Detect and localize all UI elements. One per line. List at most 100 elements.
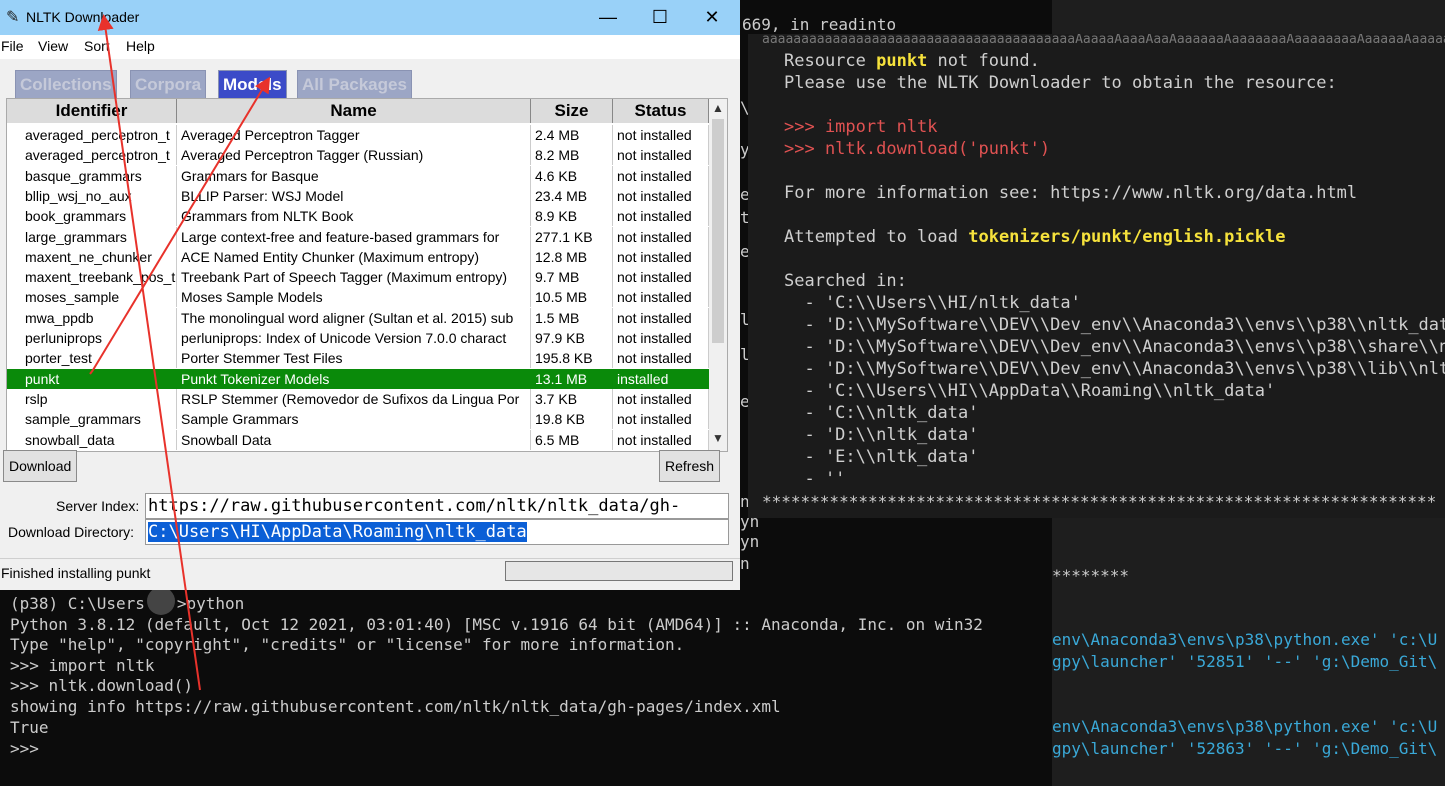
resource-path: tokenizers/punkt/english.pickle [968, 227, 1286, 247]
table-row[interactable]: moses_sample Moses Sample Models 10.5 MB no… [7, 287, 709, 308]
search-path: - 'E:\\nltk_data' [784, 447, 979, 467]
col-name[interactable]: Name [177, 99, 531, 123]
term-line: Type "help", "copyright", "credits" or "… [10, 635, 685, 654]
term-line: >>> import nltk [10, 656, 155, 675]
cell-id: sample_grammars [7, 409, 177, 430]
scrollbar[interactable]: ▲ ▼ [709, 99, 727, 451]
search-path: - 'C:\\Users\\HI/nltk_data' [784, 293, 1081, 313]
tab-all-packages[interactable]: All Packages [297, 70, 412, 100]
feather-icon: ✎ [6, 9, 20, 26]
cell-id: large_grammars [7, 226, 177, 247]
scroll-up-icon[interactable]: ▲ [712, 101, 724, 115]
nltk-downloader-window: ✎ NLTK Downloader — ☐ ✕ File View Sort H… [0, 0, 740, 590]
table-row[interactable]: averaged_perceptron_t Averaged Perceptron… [7, 145, 709, 166]
menu-help[interactable]: Help [126, 38, 155, 54]
download-button[interactable]: Download [3, 450, 78, 482]
cell-size: 195.8 KB [531, 348, 613, 369]
table-header: Identifier Name Size Status [7, 99, 709, 123]
table-row[interactable]: sample_grammars Sample Grammars 19.8 KB not… [7, 409, 709, 430]
cell-id: punkt [7, 368, 177, 389]
more-info-line: For more information see: https://www.nl… [784, 183, 1358, 203]
table-row[interactable]: maxent_treebank_pos_t Treebank Part of Sp… [7, 267, 709, 288]
search-path: - 'D:\\MySoftware\\DEV\\Dev_env\\Anacond… [784, 337, 1445, 357]
right-stars: ******** [1052, 566, 1130, 585]
cell-status: not installed [613, 328, 709, 348]
table-row[interactable]: porter_test Porter Stemmer Test Files 195.… [7, 348, 709, 369]
cell-id: moses_sample [7, 287, 177, 308]
cmd-import-line: >>> import nltk [784, 117, 938, 137]
tab-models[interactable]: Models [218, 70, 287, 100]
cell-id: averaged_perceptron_t [7, 145, 177, 166]
cell-id: maxent_ne_chunker [7, 246, 177, 267]
cell-size: 8.9 KB [531, 206, 613, 227]
text: Attempted to load [784, 227, 969, 247]
cell-name: BLLIP Parser: WSJ Model [177, 185, 531, 206]
table-row[interactable]: perluniprops perluniprops: Index of Unico… [7, 328, 709, 348]
cell-size: 277.1 KB [531, 226, 613, 247]
menu-view[interactable]: View [38, 38, 68, 54]
cell-name: Averaged Perceptron Tagger [177, 125, 531, 145]
cell-name: Moses Sample Models [177, 287, 531, 308]
cell-size: 13.1 MB [531, 368, 613, 389]
cell-status: not installed [613, 307, 709, 328]
search-path: - 'C:\\Users\\HI\\AppData\\Roaming\\nltk… [784, 381, 1276, 401]
right-line: env\Anaconda3\envs\p38\python.exe' 'c:\U [1052, 717, 1438, 736]
tab-collections[interactable]: Collections [15, 70, 117, 100]
table-row[interactable]: large_grammars Large context-free and fea… [7, 226, 709, 247]
term-line[interactable]: >>> [10, 739, 39, 758]
cell-status: not installed [613, 287, 709, 308]
menu-file[interactable]: File [1, 38, 24, 54]
cell-name: Porter Stemmer Test Files [177, 348, 531, 369]
server-index-field[interactable]: https://raw.githubusercontent.com/nltk/n… [145, 493, 729, 519]
cell-status: not installed [613, 185, 709, 206]
status-text: Finished installing punkt [1, 565, 151, 581]
table-row[interactable]: snowball_data Snowball Data 6.5 MB not inst… [7, 429, 709, 450]
cell-id: bllip_wsj_no_aux [7, 185, 177, 206]
close-button[interactable]: ✕ [686, 0, 738, 35]
cell-id: averaged_perceptron_t [7, 125, 177, 145]
table-row[interactable]: bllip_wsj_no_aux BLLIP Parser: WSJ Model 2… [7, 185, 709, 206]
col-size[interactable]: Size [531, 99, 613, 123]
server-index-label: Server Index: [56, 498, 140, 514]
table-row[interactable]: book_grammars Grammars from NLTK Book 8.9 … [7, 206, 709, 227]
cell-name: Sample Grammars [177, 409, 531, 430]
cell-size: 3.7 KB [531, 388, 613, 409]
download-directory-field[interactable]: C:\Users\HI\AppData\Roaming\nltk_data [145, 519, 729, 545]
col-status[interactable]: Status [613, 99, 709, 123]
table-row[interactable]: rslp RSLP Stemmer (Removedor de Sufixos d… [7, 388, 709, 409]
prompt-text: (p38) C:\Users [10, 594, 145, 613]
table-row[interactable]: basque_grammars Grammars for Basque 4.6 KB… [7, 165, 709, 186]
col-identifier[interactable]: Identifier [7, 99, 177, 123]
cell-size: 6.5 MB [531, 429, 613, 450]
cell-size: 4.6 KB [531, 165, 613, 186]
cell-size: 23.4 MB [531, 185, 613, 206]
resource-not-found-line: Resource punkt not found. [784, 51, 1040, 71]
text: Resource [784, 51, 877, 71]
search-path: - 'C:\\nltk_data' [784, 403, 979, 423]
cell-size: 2.4 MB [531, 125, 613, 145]
minimize-button[interactable]: — [582, 0, 634, 35]
mid-top-line: 669, in readinto [742, 15, 897, 34]
cell-status: not installed [613, 348, 709, 369]
cell-status: not installed [613, 165, 709, 186]
cell-name: Treebank Part of Speech Tagger (Maximum … [177, 267, 531, 288]
maximize-button[interactable]: ☐ [634, 0, 686, 35]
cell-status: not installed [613, 388, 709, 409]
cell-status: not installed [613, 145, 709, 166]
menu-sort[interactable]: Sort [84, 38, 110, 54]
term-line: showing info https://raw.githubuserconte… [10, 697, 781, 716]
cell-status: not installed [613, 226, 709, 247]
tab-corpora[interactable]: Corpora [130, 70, 207, 100]
cell-status: not installed [613, 409, 709, 430]
cell-status: not installed [613, 267, 709, 288]
table-row[interactable]: maxent_ne_chunker ACE Named Entity Chunke… [7, 246, 709, 267]
table-row[interactable]: mwa_ppdb The monolingual word aligner (Su… [7, 307, 709, 328]
scroll-thumb[interactable] [712, 119, 724, 343]
table-row[interactable]: punkt Punkt Tokenizer Models 13.1 MB instal… [7, 368, 709, 389]
refresh-button[interactable]: Refresh [659, 450, 721, 482]
title-bar[interactable]: ✎ NLTK Downloader — ☐ ✕ [0, 0, 740, 35]
table-row[interactable]: averaged_perceptron_t Averaged Perceptron… [7, 125, 709, 145]
searched-in-line: Searched in: [784, 271, 907, 291]
error-message-panel: aaaaaaaaaaaaaaaaaaaaaaaaaaaaaaaaaaaaaaaa… [748, 34, 1445, 518]
scroll-down-icon[interactable]: ▼ [712, 431, 724, 445]
